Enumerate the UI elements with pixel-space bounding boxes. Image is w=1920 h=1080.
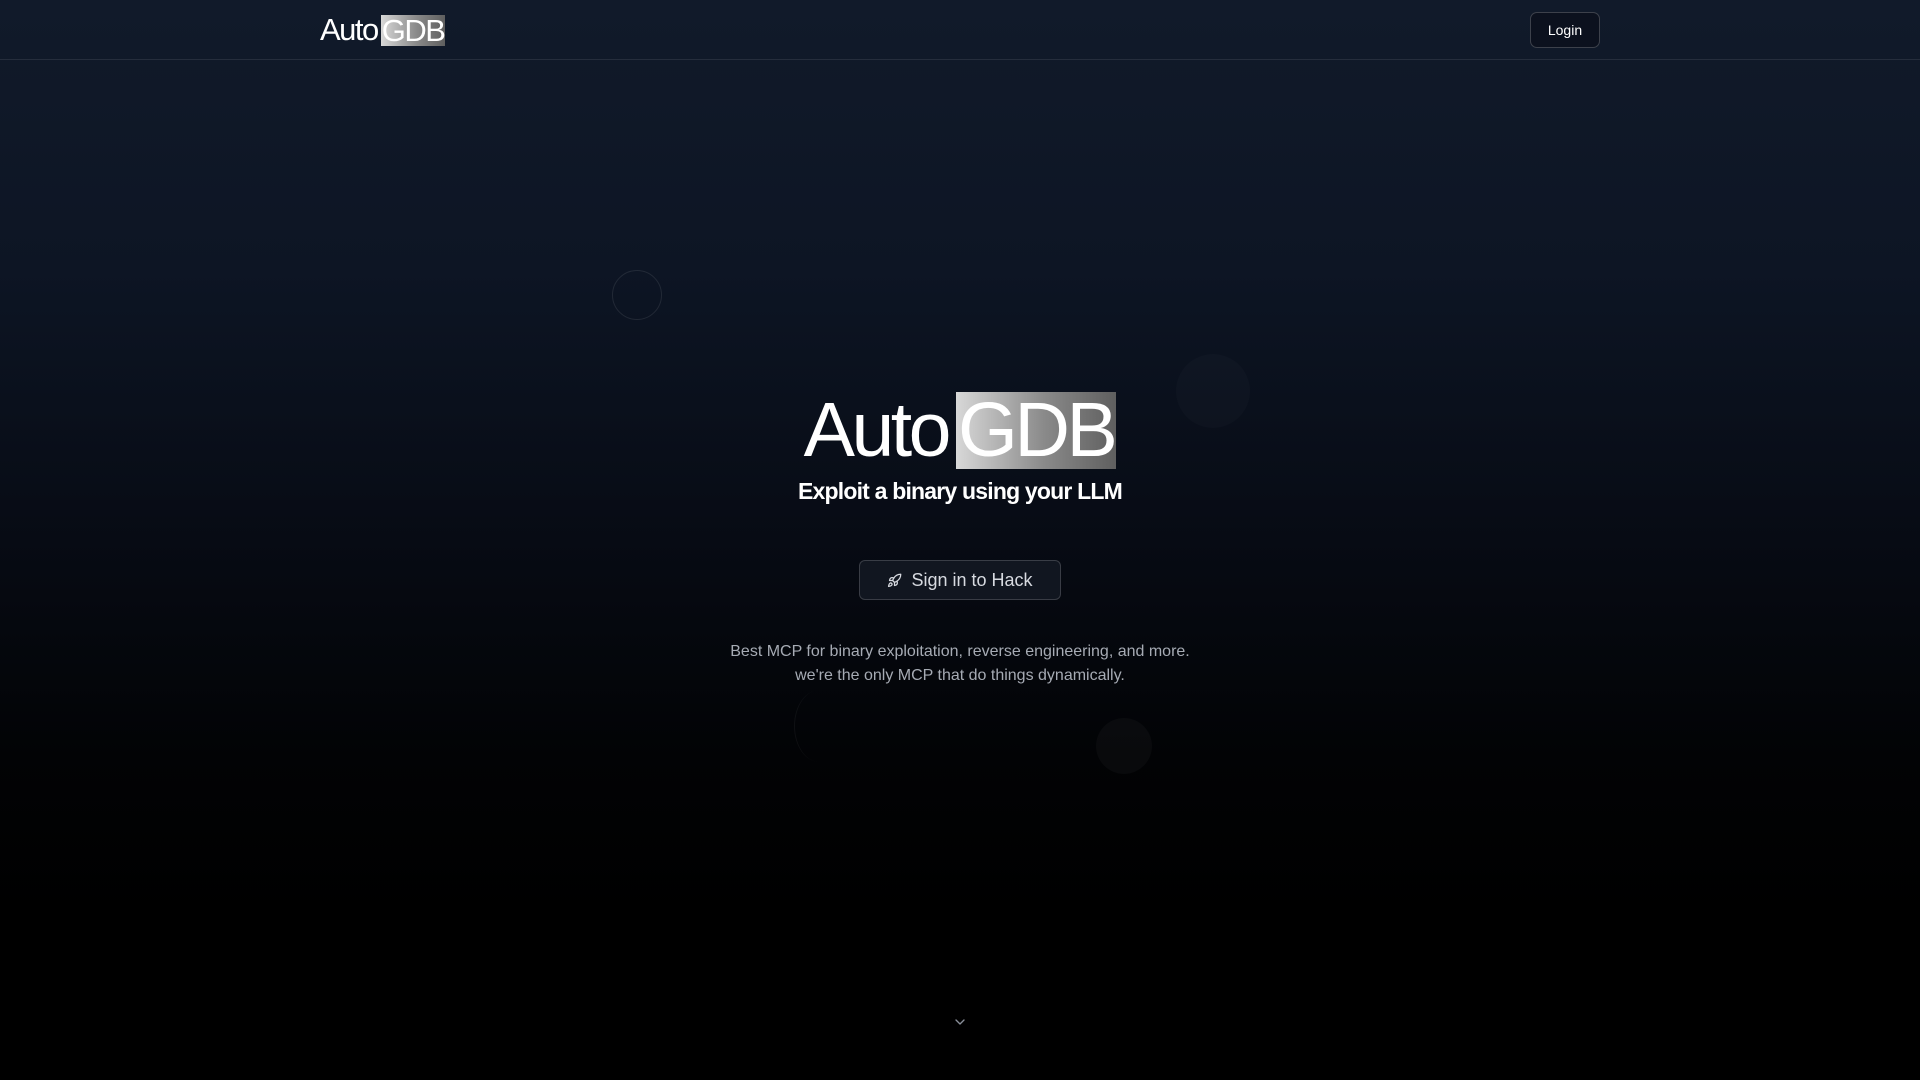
rocket-icon (887, 573, 902, 588)
sign-in-to-hack-label: Sign in to Hack (911, 569, 1033, 590)
decorative-bubble (794, 690, 845, 762)
sign-in-to-hack-button[interactable]: Sign in to Hack (859, 560, 1061, 600)
decorative-bubble (1096, 718, 1152, 774)
hero-description: Best MCP for binary exploitation, revers… (0, 640, 1920, 688)
hero-tagline: Exploit a binary using your LLM (797, 478, 1123, 504)
nav-logo[interactable]: Auto GDB (320, 12, 446, 48)
chevron-down-icon[interactable] (952, 1014, 968, 1030)
nav-logo-box: GDB (380, 12, 446, 48)
hero-title-box: GDB (956, 386, 1118, 473)
navbar: Auto GDB Login (0, 0, 1920, 60)
hero-title-text: Auto (803, 386, 952, 473)
hero-title: Auto GDB (0, 386, 1920, 473)
nav-logo-text: Auto (320, 12, 379, 47)
hero-description-line-2: we're the only MCP that do things dynami… (795, 667, 1125, 684)
hero-description-line-1: Best MCP for binary exploitation, revers… (730, 643, 1190, 660)
decorative-bubble (612, 270, 662, 320)
login-button[interactable]: Login (1530, 12, 1600, 48)
